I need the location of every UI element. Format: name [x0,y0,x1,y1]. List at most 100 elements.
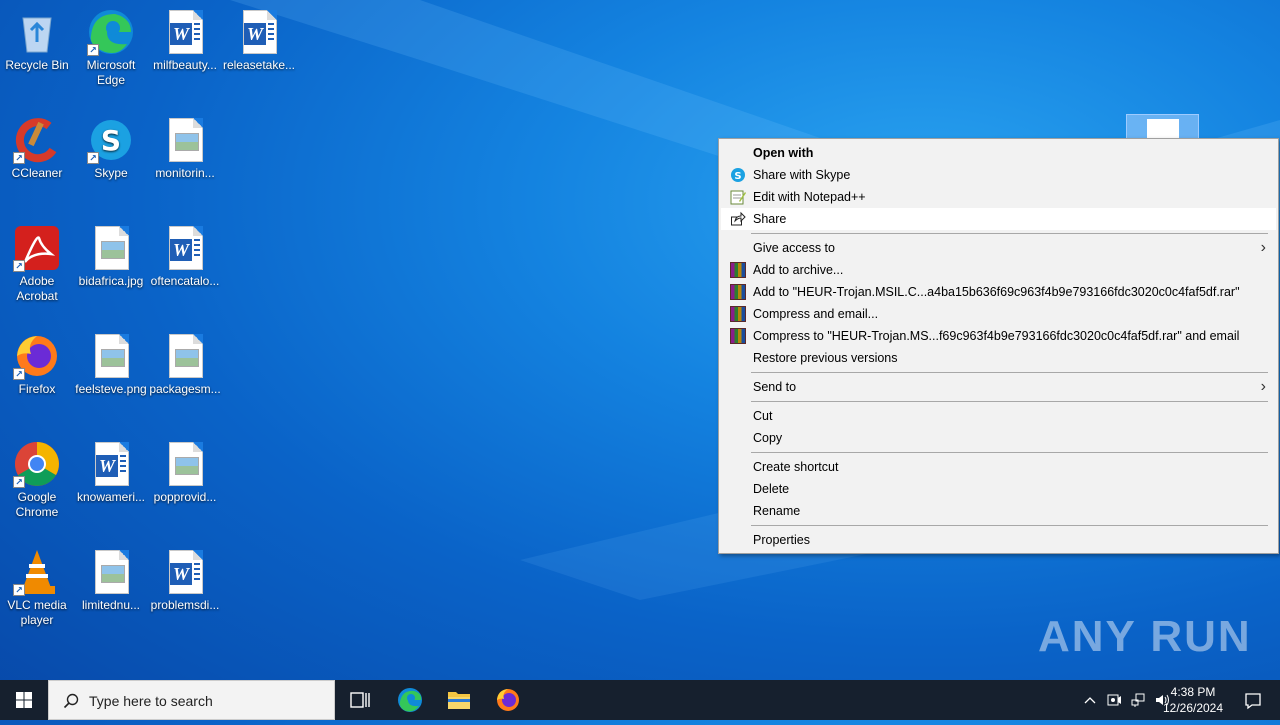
menu-separator [751,525,1268,526]
desktop-icon-image[interactable]: bidafrica.jpg [74,224,148,289]
windows-logo-icon [16,692,32,708]
menu-edit-with-notepadpp[interactable]: Edit with Notepad++ [721,186,1276,208]
image-icon [161,332,209,380]
menu-separator [751,372,1268,373]
desktop-icon-edge[interactable]: ↗ Microsoft Edge [74,8,148,88]
desktop-icon-firefox[interactable]: ↗ Firefox [0,332,74,397]
shortcut-arrow-icon: ↗ [13,368,25,380]
taskbar-file-explorer[interactable] [435,680,483,720]
desktop-icon-word[interactable]: Wreleasetake... [222,8,296,73]
acrobat-icon: ↗ [13,224,61,272]
desktop-icon-image[interactable]: monitorin... [148,116,222,181]
menu-compress-and-email[interactable]: Compress and email... [721,303,1276,325]
desktop-icon-skype[interactable]: S ↗ Skype [74,116,148,181]
menu-give-access-to[interactable]: Give access to › [721,237,1276,259]
clock[interactable]: 4:38 PM 12/26/2024 [1160,684,1226,716]
menu-restore-previous-versions[interactable]: Restore previous versions [721,347,1276,369]
desktop-icon-acrobat[interactable]: ↗ Adobe Acrobat [0,224,74,304]
desktop-icon-image[interactable]: packagesm... [148,332,222,397]
desktop-icon-label: CCleaner [11,166,63,180]
menu-create-shortcut[interactable]: Create shortcut [721,456,1276,478]
desktop-icon-label: VLC media player [7,598,67,627]
menu-share-with-skype[interactable]: S Share with Skype [721,164,1276,186]
desktop-icon-label: Recycle Bin [5,58,69,72]
desktop-icon-word[interactable]: Wknowameri... [74,440,148,505]
desktop-icon-image[interactable]: feelsteve.png [74,332,148,397]
menu-open-with[interactable]: Open with [721,142,1276,164]
anyrun-watermark: ANY RUN [1038,612,1252,661]
image-icon [87,332,135,380]
desktop-icon-label: Google Chrome [15,490,59,519]
menu-add-to-rar[interactable]: Add to "HEUR-Trojan.MSIL.C...a4ba15b636f… [721,281,1276,303]
menu-compress-to-rar-and-email[interactable]: Compress to "HEUR-Trojan.MS...f69c963f4b… [721,325,1276,347]
chevron-right-icon: › [1260,239,1266,256]
menu-copy[interactable]: Copy [721,427,1276,449]
menu-delete[interactable]: Delete [721,478,1276,500]
winrar-icon [730,328,746,344]
menu-separator [751,233,1268,234]
shortcut-arrow-icon: ↗ [13,152,25,164]
start-button[interactable] [0,680,48,720]
recycle-icon [13,8,61,56]
context-menu: Open with S Share with Skype Edit with N… [718,138,1279,554]
desktop-icon-word[interactable]: Woftencatalo... [148,224,222,289]
meet-now-icon[interactable] [1106,692,1122,708]
winrar-icon [730,306,746,322]
menu-add-to-archive[interactable]: Add to archive... [721,259,1276,281]
menu-send-to[interactable]: Send to › [721,376,1276,398]
desktop-icon-label: Skype [94,166,128,180]
desktop-icon-label: bidafrica.jpg [78,274,144,288]
shortcut-arrow-icon: ↗ [13,260,25,272]
word-icon: W [161,224,209,272]
desktop-icon-word[interactable]: Wmilfbeauty... [148,8,222,73]
search-placeholder: Type here to search [89,693,213,709]
menu-rename[interactable]: Rename [721,500,1276,522]
shortcut-arrow-icon: ↗ [13,584,25,596]
desktop-icon-chrome[interactable]: ↗ Google Chrome [0,440,74,520]
desktop-icon-recycle[interactable]: Recycle Bin [0,8,74,73]
clock-date: 12/26/2024 [1162,701,1224,715]
desktop-icon-image[interactable]: popprovid... [148,440,222,505]
word-icon: W [235,8,283,56]
skype-icon: S ↗ [87,116,135,164]
desktop-icon-ccleaner[interactable]: ↗ CCleaner [0,116,74,181]
desktop-icon-label: problemsdi... [150,598,220,612]
notification-center-icon[interactable] [1244,692,1261,710]
desktop-icon-label: milfbeauty... [153,58,217,72]
menu-properties[interactable]: Properties [721,529,1276,551]
firefox-icon: ↗ [13,332,61,380]
desktop-icon-label: Adobe Acrobat [16,274,58,303]
skype-icon: S [731,168,745,182]
desktop-icon-label: feelsteve.png [75,382,147,396]
chevron-right-icon: › [1260,378,1266,395]
desktop-icon-word[interactable]: Wproblemsdi... [148,548,222,613]
menu-cut[interactable]: Cut [721,405,1276,427]
shortcut-arrow-icon: ↗ [13,476,25,488]
image-icon [161,116,209,164]
vlc-icon: ↗ [13,548,61,596]
taskbar-search-box[interactable]: Type here to search [48,680,335,720]
desktop-icon-image[interactable]: limitednu... [74,548,148,613]
task-view-icon [350,692,370,708]
menu-share[interactable]: Share [721,208,1276,230]
ccleaner-icon: ↗ [13,116,61,164]
taskbar-edge[interactable] [386,680,434,720]
desktop-icon-label: limitednu... [81,598,141,612]
shortcut-arrow-icon: ↗ [87,152,99,164]
desktop-icon-label: monitorin... [155,166,215,180]
chevron-up-icon[interactable] [1082,692,1098,708]
desktop-icon-label: packagesm... [149,382,221,396]
desktop-icon-label: knowameri... [76,490,146,504]
desktop-icon-label: Microsoft Edge [86,58,136,87]
taskbar-firefox[interactable] [484,680,532,720]
network-icon[interactable] [1130,692,1146,708]
task-view-button[interactable] [336,680,384,720]
word-icon: W [161,8,209,56]
desktop-icon-vlc[interactable]: ↗ VLC media player [0,548,74,628]
system-tray: 4:38 PM 12/26/2024 [1060,680,1280,720]
word-icon: W [87,440,135,488]
folder-icon [448,692,470,709]
svg-text:S: S [101,124,121,157]
image-icon [87,548,135,596]
search-icon [63,693,79,709]
